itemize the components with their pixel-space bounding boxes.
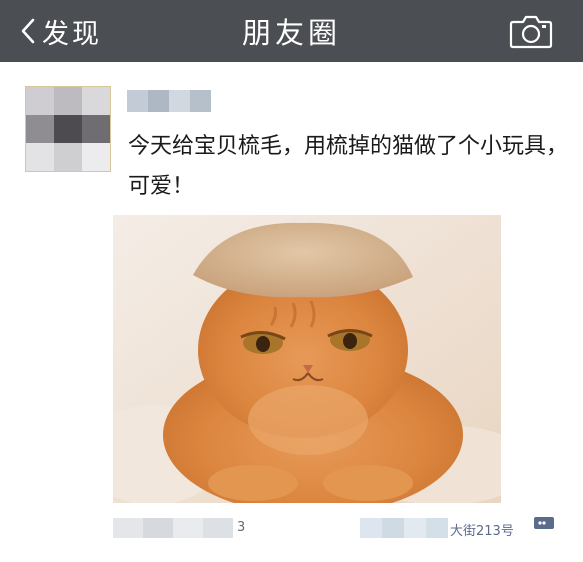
post-photo[interactable] bbox=[113, 215, 501, 503]
avatar[interactable] bbox=[25, 86, 111, 172]
location-blurred bbox=[360, 518, 448, 538]
comment-bubble-icon[interactable] bbox=[533, 516, 555, 532]
username-blurred[interactable] bbox=[127, 90, 212, 112]
page-title: 朋友圈 bbox=[241, 16, 341, 50]
post-text: 今天给宝贝梳毛，用梳掉的猫做了个小玩具， 可爱！ bbox=[128, 134, 569, 199]
post-time-suffix: 3 bbox=[237, 520, 246, 535]
camera-icon[interactable] bbox=[509, 13, 553, 49]
top-nav-bar: 发现 朋友圈 bbox=[0, 0, 583, 62]
post-time-blurred bbox=[113, 518, 235, 538]
location-link[interactable]: 大街213号 bbox=[450, 520, 514, 539]
